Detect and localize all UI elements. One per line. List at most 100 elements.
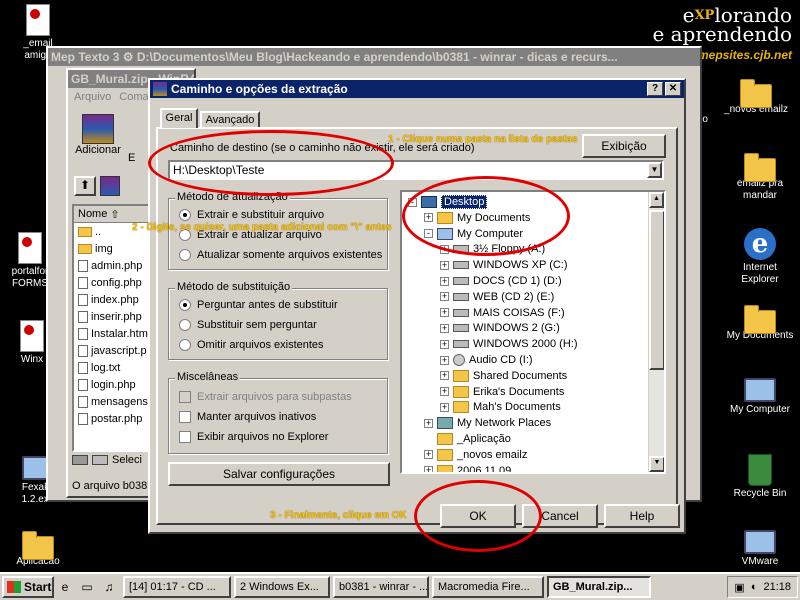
task-button-2[interactable]: b0381 - winrar - ...: [333, 576, 429, 598]
expand-icon[interactable]: +: [440, 355, 449, 365]
folder-icon: [22, 531, 54, 560]
desktop-icon-novos-emailz[interactable]: _novos emailz: [718, 78, 794, 116]
expand-icon[interactable]: +: [440, 276, 449, 286]
file-icon: [78, 327, 88, 340]
view-button[interactable]: Exibição: [582, 134, 666, 158]
expand-icon[interactable]: +: [424, 450, 433, 460]
expand-icon[interactable]: +: [440, 292, 449, 302]
radio-overwrite-no-ask[interactable]: Substituir sem perguntar: [179, 319, 317, 331]
tree-node-novos-emailz[interactable]: + _novos emailz: [424, 447, 527, 463]
tree-node-audio-cd[interactable]: + Audio CD (I:): [440, 352, 533, 368]
expand-icon[interactable]: +: [440, 402, 449, 412]
overwrite-method-group: Método de substituição Perguntar antes d…: [168, 281, 388, 360]
start-button[interactable]: Start: [2, 576, 54, 598]
radio-unselected[interactable]: [179, 319, 191, 331]
tray-volume-icon[interactable]: ◐: [751, 581, 758, 593]
tree-scrollbar[interactable]: ▲ ▼: [648, 192, 664, 472]
tree-node-drive-d[interactable]: + DOCS (CD 1) (D:): [440, 273, 562, 289]
expand-icon[interactable]: +: [424, 418, 433, 428]
misc-legend: Miscelâneas: [175, 371, 241, 383]
tree-node-aplicacao[interactable]: _Aplicação: [424, 431, 511, 447]
tab-avancado[interactable]: Avançado: [200, 111, 260, 128]
winrar-bottom-status: O arquivo b0381: [72, 480, 154, 492]
task-button-3[interactable]: Macromedia Fire...: [432, 576, 544, 598]
checkbox[interactable]: [179, 431, 191, 443]
net-icon: [437, 417, 453, 430]
tray-network-icon[interactable]: ▣: [734, 581, 744, 594]
drive-icon: [453, 308, 469, 317]
task-button-1[interactable]: 2 Windows Ex...: [234, 576, 330, 598]
desktop-icon-vmware[interactable]: VMware: [722, 530, 798, 568]
radio-update-existing[interactable]: Atualizar somente arquivos existentes: [179, 249, 382, 261]
tree-node-label: WINDOWS 2000 (H:): [473, 338, 578, 351]
expand-icon[interactable]: +: [440, 387, 449, 397]
folder-icon: [78, 226, 92, 237]
expand-icon[interactable]: +: [440, 308, 449, 318]
menu-arquivo[interactable]: Arquivo: [74, 91, 111, 103]
radio-unselected[interactable]: [179, 249, 191, 261]
tree-node-shared-documents[interactable]: + Shared Documents: [440, 368, 567, 384]
file-name: index.php: [91, 293, 139, 306]
tree-node-drive-e[interactable]: + WEB (CD 2) (E:): [440, 289, 554, 305]
media-quicklaunch-icon[interactable]: ♫: [100, 578, 118, 596]
file-icon: [78, 344, 88, 357]
save-settings-button[interactable]: Salvar configurações: [168, 462, 390, 486]
desktop-icon-my-computer[interactable]: My Computer: [722, 378, 798, 416]
radio-extract-replace[interactable]: Extrair e substituir arquivo: [179, 209, 324, 221]
tree-node-network-places[interactable]: + My Network Places: [424, 415, 551, 431]
expand-icon[interactable]: +: [424, 466, 433, 472]
help-button[interactable]: Help: [604, 504, 680, 528]
highlight-circle-desktop: [402, 176, 570, 256]
expand-icon[interactable]: +: [440, 260, 449, 270]
radio-selected[interactable]: [179, 299, 191, 311]
desktop-quicklaunch-icon[interactable]: ▭: [78, 578, 96, 596]
tree-node-drive-h[interactable]: + WINDOWS 2000 (H:): [440, 336, 578, 352]
desktop-icon-recycle-bin[interactable]: Recycle Bin: [722, 454, 798, 500]
expand-icon[interactable]: +: [440, 371, 449, 381]
radio-unselected[interactable]: [179, 339, 191, 351]
help-title-button[interactable]: ?: [647, 82, 663, 96]
tree-node-mahs-documents[interactable]: + Mah's Documents: [440, 399, 561, 415]
radio-ask-before[interactable]: Perguntar antes de substituir: [179, 299, 338, 311]
desktop-icon-aplicacao[interactable]: Aplicacao: [0, 530, 76, 568]
clock[interactable]: 21:18: [763, 581, 791, 593]
task-button-0[interactable]: [14] 01:17 - CD ...: [123, 576, 231, 598]
drive-icon: [72, 455, 88, 465]
folder-icon: [78, 243, 92, 254]
desktop-icon-emailz-pra-mandar[interactable]: emailz pra mandar: [722, 152, 798, 202]
tree-node-drive-f[interactable]: + MAIS COISAS (F:): [440, 305, 565, 321]
ie-quicklaunch-icon[interactable]: e: [56, 578, 74, 596]
radio-selected[interactable]: [179, 209, 191, 221]
desktop-icon-internet-explorer[interactable]: e Internet Explorer: [722, 228, 798, 286]
archive-icon: [100, 176, 120, 196]
file-icon: [78, 378, 88, 391]
expand-icon[interactable]: +: [440, 323, 449, 333]
up-folder-button[interactable]: ⬆: [74, 176, 96, 196]
close-icon[interactable]: ✕: [665, 82, 681, 96]
tree-node-drive-c[interactable]: + WINDOWS XP (C:): [440, 257, 568, 273]
add-button[interactable]: Adicionar: [74, 114, 122, 156]
check-show-explorer[interactable]: Exibir arquivos no Explorer: [179, 431, 328, 443]
scroll-up-icon[interactable]: ▲: [649, 192, 664, 208]
chevron-down-icon[interactable]: ▼: [647, 162, 662, 178]
editor-title-bar[interactable]: Mep Texto 3 ⚙ D:\Documentos\Meu Blog\Hac…: [48, 48, 700, 66]
shortcut-icon: [20, 320, 44, 352]
scroll-thumb[interactable]: [649, 210, 664, 370]
tree-node-drive-g[interactable]: + WINDOWS 2 (G:): [440, 320, 560, 336]
tree-node-erikas-documents[interactable]: + Erika's Documents: [440, 384, 564, 400]
checkbox[interactable]: [179, 411, 191, 423]
expand-icon[interactable]: +: [440, 339, 449, 349]
scroll-down-icon[interactable]: ▼: [649, 456, 664, 472]
task-button-4[interactable]: GB_Mural.zip...: [547, 576, 651, 598]
file-name: postar.php: [91, 412, 143, 425]
file-name: login.php: [91, 378, 136, 391]
radio-skip-existing[interactable]: Omitir arquivos existentes: [179, 339, 324, 351]
check-keep-broken[interactable]: Manter arquivos inativos: [179, 411, 316, 423]
tree-node-label: Erika's Documents: [473, 385, 565, 398]
tree-node-folder-2006-11-09[interactable]: +2006 11 09: [424, 463, 511, 472]
tab-geral[interactable]: Geral: [160, 108, 198, 128]
tree-node-label: Audio CD (I:): [469, 354, 533, 366]
desktop-icon-my-documents[interactable]: My Documents: [722, 304, 798, 342]
extract-button[interactable]: E: [128, 152, 135, 164]
dialog-title-bar[interactable]: Caminho e opções da extração ? ✕: [150, 80, 684, 98]
